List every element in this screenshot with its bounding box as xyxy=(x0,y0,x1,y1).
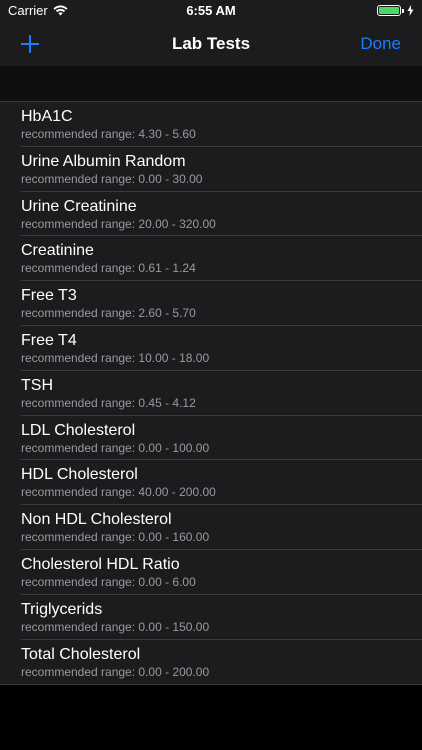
lab-test-row[interactable]: HbA1C recommended range: 4.30 - 5.60 xyxy=(0,102,422,147)
lab-test-row[interactable]: Triglycerids recommended range: 0.00 - 1… xyxy=(0,595,422,640)
lab-test-range: recommended range: 40.00 - 200.00 xyxy=(21,485,216,500)
lab-test-list: HbA1C recommended range: 4.30 - 5.60 Uri… xyxy=(0,101,422,686)
lab-test-row[interactable]: Urine Albumin Random recommended range: … xyxy=(0,147,422,192)
status-time: 6:55 AM xyxy=(186,3,236,18)
lab-test-name: HDL Cholesterol xyxy=(21,466,138,484)
lab-test-name: LDL Cholesterol xyxy=(21,421,136,439)
navigation-bar: Lab Tests Done xyxy=(0,22,422,66)
lab-test-range: recommended range: 20.00 - 320.00 xyxy=(21,216,216,231)
lab-test-range: recommended range: 0.61 - 1.24 xyxy=(21,261,196,276)
lab-test-range: recommended range: 0.00 - 100.00 xyxy=(21,440,210,455)
lab-test-range: recommended range: 0.00 - 150.00 xyxy=(21,619,210,634)
lab-test-row[interactable]: Non HDL Cholesterol recommended range: 0… xyxy=(0,505,422,550)
section-header-spacer xyxy=(0,66,422,101)
lab-test-range: recommended range: 0.00 - 6.00 xyxy=(21,574,196,589)
charging-bolt-icon xyxy=(407,5,414,16)
lab-test-name: Free T3 xyxy=(21,287,77,305)
lab-test-name: Triglycerids xyxy=(21,600,103,618)
lab-test-row[interactable]: TSH recommended range: 0.45 - 4.12 xyxy=(0,371,422,416)
lab-test-name: TSH xyxy=(21,376,53,394)
lab-test-row[interactable]: Total Cholesterol recommended range: 0.0… xyxy=(0,640,422,685)
lab-test-row[interactable]: HDL Cholesterol recommended range: 40.00… xyxy=(0,460,422,506)
lab-test-name: Cholesterol HDL Ratio xyxy=(21,555,180,573)
battery-indicator xyxy=(377,5,414,16)
lab-test-name: Creatinine xyxy=(21,242,94,260)
lab-test-row[interactable]: Free T3 recommended range: 2.60 - 5.70 xyxy=(0,281,422,326)
done-button[interactable]: Done xyxy=(360,34,401,54)
battery-icon xyxy=(377,5,401,16)
lab-test-name: Total Cholesterol xyxy=(21,645,141,663)
lab-test-name: Free T4 xyxy=(21,331,77,349)
page-title: Lab Tests xyxy=(171,34,251,53)
lab-test-row[interactable]: LDL Cholesterol recommended range: 0.00 … xyxy=(0,416,422,461)
lab-test-name: Non HDL Cholesterol xyxy=(21,511,172,529)
status-bar: Carrier 6:55 AM xyxy=(0,0,422,22)
lab-test-row[interactable]: Creatinine recommended range: 0.61 - 1.2… xyxy=(0,236,422,282)
lab-test-name: Urine Creatinine xyxy=(21,197,137,215)
lab-test-row[interactable]: Cholesterol HDL Ratio recommended range:… xyxy=(0,550,422,595)
lab-test-name: Urine Albumin Random xyxy=(21,152,186,170)
lab-test-name: HbA1C xyxy=(21,108,73,125)
lab-test-row[interactable]: Free T4 recommended range: 10.00 - 18.00 xyxy=(0,326,422,371)
lab-test-row[interactable]: Urine Creatinine recommended range: 20.0… xyxy=(0,192,422,237)
lab-test-range: recommended range: 0.00 - 160.00 xyxy=(21,530,210,545)
lab-test-range: recommended range: 0.45 - 4.12 xyxy=(21,395,196,410)
lab-test-range: recommended range: 2.60 - 5.70 xyxy=(21,306,196,321)
lab-test-range: recommended range: 4.30 - 5.60 xyxy=(21,127,196,141)
lab-test-range: recommended range: 0.00 - 200.00 xyxy=(21,664,210,679)
lab-test-range: recommended range: 0.00 - 30.00 xyxy=(21,171,203,186)
lab-test-range: recommended range: 10.00 - 18.00 xyxy=(21,350,210,365)
